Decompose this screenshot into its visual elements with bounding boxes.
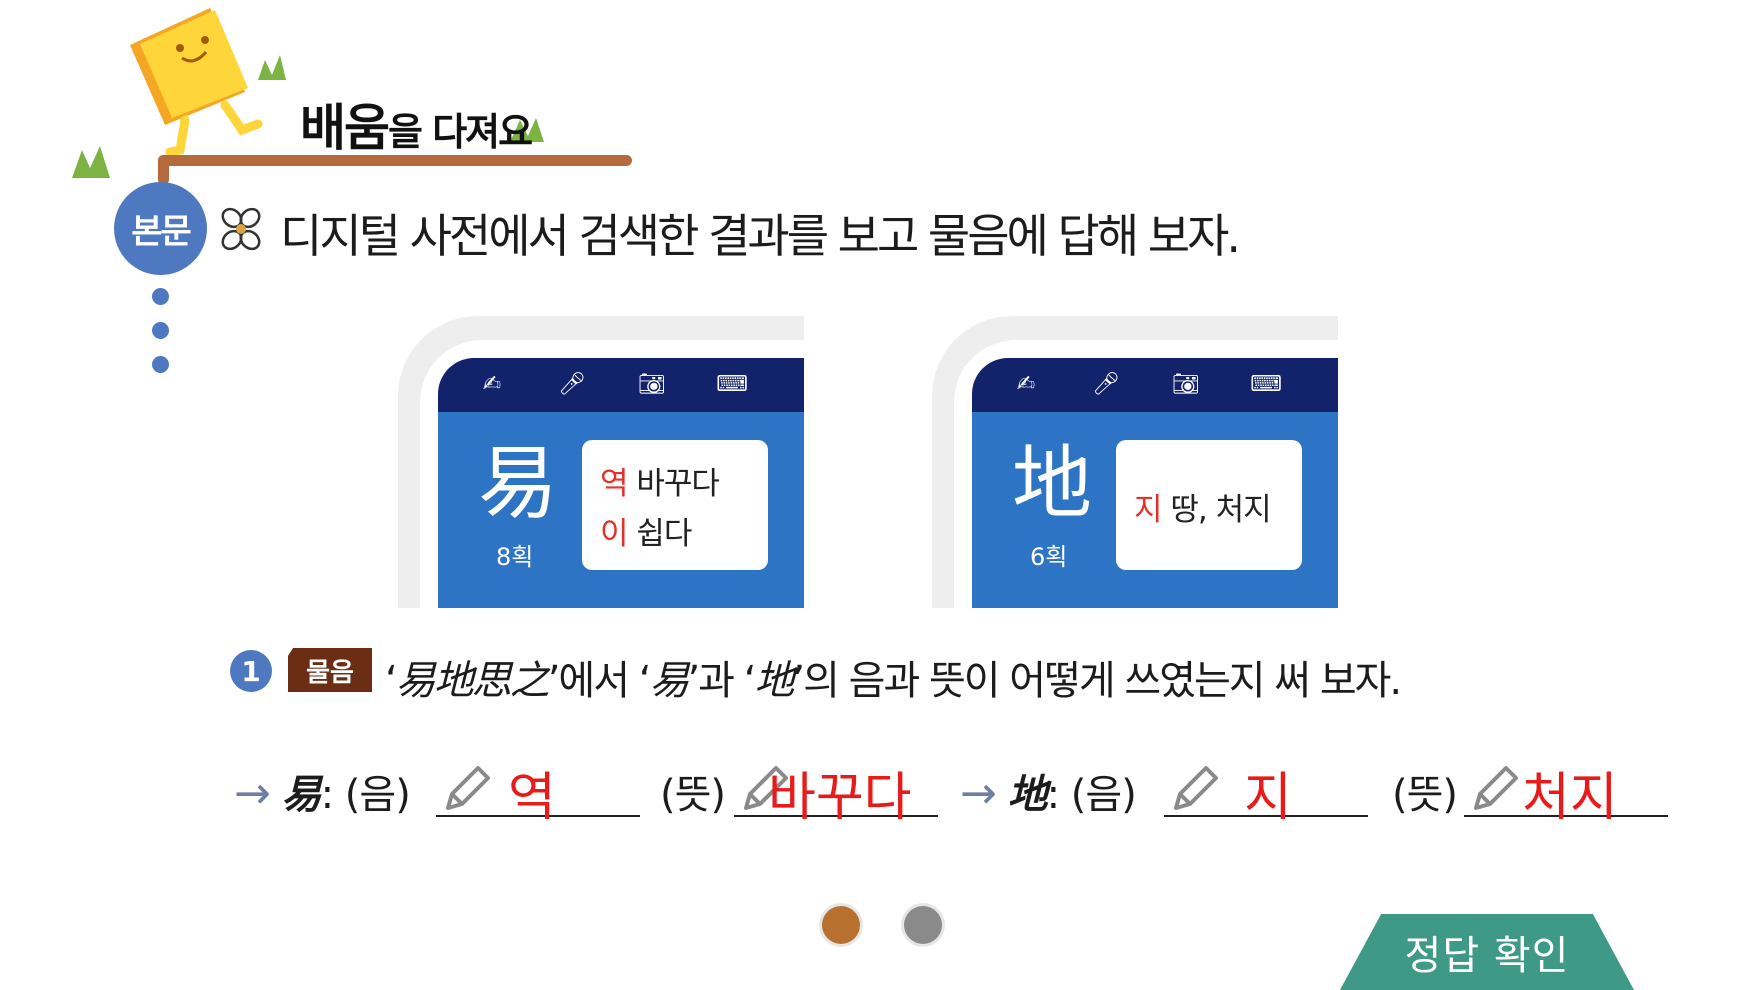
handwriting-hanja-icon[interactable]: ✍	[1010, 370, 1042, 400]
mascot-icon	[130, 8, 263, 157]
hanja-character: 易	[478, 437, 558, 530]
reading-meaning: 쉽다	[636, 516, 692, 552]
camera-icon[interactable]: 📷︎	[636, 370, 668, 400]
sound-label: (음)	[1070, 772, 1137, 818]
page-dot-active[interactable]	[822, 906, 860, 944]
dictionary-toolbar: ✍ 🎤︎ 📷︎ ⌨	[972, 358, 1338, 412]
reading-row: 지 땅, 처지	[1134, 484, 1272, 529]
keyboard-icon[interactable]: ⌨	[716, 370, 748, 400]
reading-card: 역 바꾸다 이 쉽다	[582, 440, 768, 570]
answer-char: 易	[281, 771, 322, 818]
reading-sound: 이	[600, 516, 629, 552]
hanja-character: 地	[1012, 437, 1092, 530]
section-badge: 본문	[114, 182, 207, 275]
reading-row: 역 바꾸다	[600, 458, 720, 503]
meaning-label: (뜻)	[660, 772, 726, 818]
section-title-rest: 을 다져요	[388, 110, 533, 154]
timeline-dot	[152, 322, 169, 339]
reading-meaning: 바꾸다	[636, 466, 720, 502]
dictionary-screen-1: ✍ 🎤︎ 📷︎ ⌨ 易 8획 역 바꾸다 이 쉽다	[398, 316, 804, 608]
dictionary-screen-2: ✍ 🎤︎ 📷︎ ⌨ 地 6획 지 땅, 처지	[932, 316, 1338, 608]
answer-meaning-1: 바꾸다	[768, 768, 912, 828]
clover-icon	[221, 207, 261, 251]
answer-sound-2: 지	[1244, 768, 1292, 828]
section-title-main: 배움	[300, 99, 390, 157]
section-title: 배움을 다져요	[300, 88, 533, 160]
reading-sound: 역	[600, 466, 629, 502]
stroke-count: 8획	[496, 543, 534, 571]
timeline-dot	[152, 356, 169, 373]
question-text: ‘易地思之’에서 ‘易’과 ‘地’의 음과 뜻이 어떻게 쓰였는지 써 보자.	[385, 658, 1402, 704]
question-phrase: 易地思之	[395, 658, 550, 704]
answer-char: 地	[1007, 771, 1048, 818]
answer-label-2: → 地: (음)	[960, 768, 1137, 819]
meaning-label: (뜻)	[1392, 772, 1458, 818]
answer-meaning-2: 처지	[1522, 768, 1618, 828]
camera-icon[interactable]: 📷︎	[1170, 370, 1202, 400]
reading-row: 이 쉽다	[600, 508, 692, 553]
check-answer-button[interactable]: 정답 확인	[1340, 914, 1634, 990]
instruction-text: 디지털 사전에서 검색한 결과를 보고 물음에 답해 보자.	[280, 209, 1241, 263]
timeline-dot	[152, 288, 169, 305]
dictionary-toolbar: ✍ 🎤︎ 📷︎ ⌨	[438, 358, 804, 412]
arrow-right-icon: →	[960, 768, 997, 819]
reading-sound: 지	[1134, 492, 1163, 528]
microphone-icon[interactable]: 🎤︎	[556, 370, 588, 400]
pencil-icon[interactable]	[1168, 760, 1224, 816]
arrow-right-icon: →	[234, 768, 271, 819]
stroke-count: 6획	[1030, 543, 1068, 571]
answer-sound-1: 역	[508, 768, 556, 828]
question-number: 1	[230, 650, 272, 692]
answer-label-1: → 易: (음)	[234, 768, 411, 819]
microphone-icon[interactable]: 🎤︎	[1090, 370, 1122, 400]
question-tag: 물음	[288, 648, 372, 692]
dictionary-result: 地 6획 지 땅, 처지	[972, 412, 1338, 608]
pencil-icon[interactable]	[1468, 760, 1524, 816]
keyboard-icon[interactable]: ⌨	[1250, 370, 1282, 400]
dictionary-result: 易 8획 역 바꾸다 이 쉽다	[438, 412, 804, 608]
handwriting-hanja-icon[interactable]: ✍	[476, 370, 508, 400]
pencil-icon[interactable]	[440, 760, 496, 816]
sound-label: (음)	[344, 772, 411, 818]
reading-meaning: 땅, 처지	[1170, 492, 1271, 528]
reading-card: 지 땅, 처지	[1116, 440, 1302, 570]
page-dot[interactable]	[904, 906, 942, 944]
